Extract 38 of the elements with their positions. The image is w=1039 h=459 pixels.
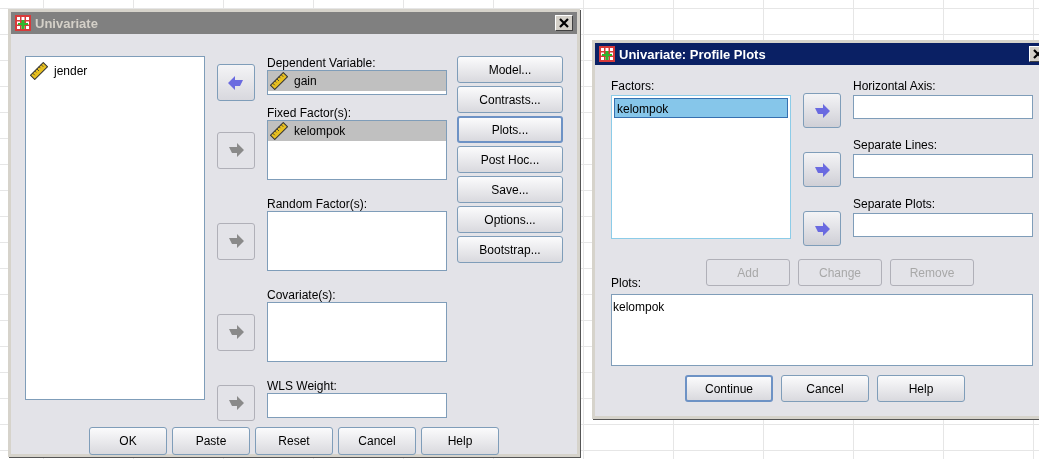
dialog-button[interactable]: Continue	[685, 375, 773, 402]
field-label: WLS Weight:	[267, 379, 338, 393]
dialog-button[interactable]: Save...	[457, 176, 563, 203]
dialog-button[interactable]: Bootstrap...	[457, 236, 563, 263]
field-label: Horizontal Axis:	[853, 79, 937, 93]
variable-item[interactable]: jender	[28, 61, 202, 81]
dialog-button[interactable]: Paste	[172, 427, 250, 455]
field-label: Dependent Variable:	[267, 56, 377, 70]
field-label: Random Factor(s):	[267, 197, 369, 211]
dialog-button[interactable]: Plots...	[457, 116, 563, 143]
factor-item[interactable]: kelompok	[614, 98, 788, 118]
field-label: Factors:	[611, 79, 656, 93]
variable-name: jender	[54, 64, 88, 78]
variable-name: kelompok	[294, 124, 346, 138]
dialog-button[interactable]: Help	[877, 375, 965, 402]
factor-list[interactable]: kelompok	[611, 95, 791, 239]
dialog-button[interactable]: Model...	[457, 56, 563, 83]
window-title: Univariate	[35, 15, 99, 31]
dialog-button[interactable]: Cancel	[338, 427, 416, 455]
field-label: Separate Plots:	[853, 197, 937, 211]
dialog-button[interactable]: Options...	[457, 206, 563, 233]
window-title: Univariate: Profile Plots	[619, 46, 767, 62]
field-label: Fixed Factor(s):	[267, 106, 352, 120]
dialog-button[interactable]: Help	[421, 427, 499, 455]
variable-name: gain	[294, 74, 317, 88]
plots-list[interactable]: kelompok	[611, 294, 1033, 366]
target-item[interactable]: kelompok	[268, 121, 446, 141]
dialog-button[interactable]: Reset	[255, 427, 333, 455]
field-label: Separate Lines:	[853, 138, 939, 152]
dialog-button[interactable]: Contrasts...	[457, 86, 563, 113]
target-list[interactable]: kelompok	[267, 120, 447, 180]
field-label: Plots:	[611, 276, 642, 290]
dialog-button[interactable]: Cancel	[781, 375, 869, 402]
plot-item[interactable]: kelompok	[613, 300, 1031, 314]
dialog-button[interactable]: Post Hoc...	[457, 146, 563, 173]
field-label: Covariate(s):	[267, 288, 337, 302]
variable-list[interactable]: jender	[25, 56, 205, 400]
dialog-button[interactable]: OK	[89, 427, 167, 455]
